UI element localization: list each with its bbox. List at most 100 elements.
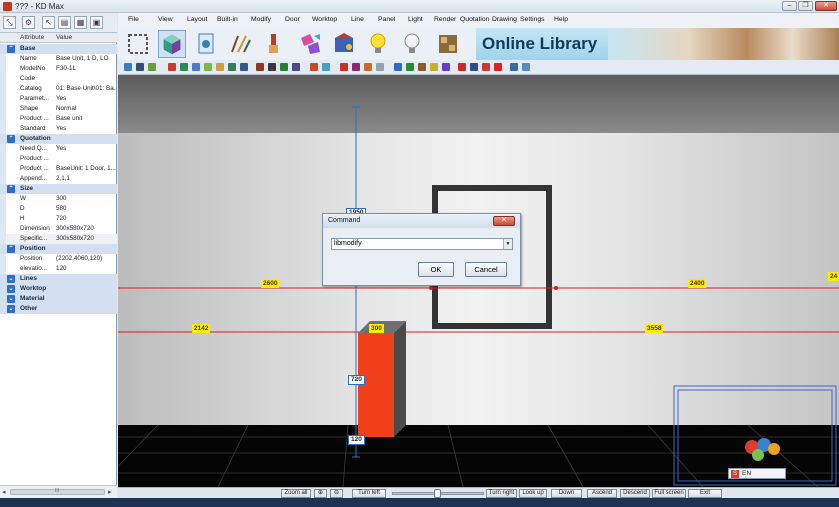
group-other[interactable]: ⌄ Other [0, 304, 117, 314]
floor-icon[interactable] [268, 63, 276, 71]
lamp-icon[interactable] [322, 63, 330, 71]
3d-viewport[interactable]: 2600 2400 2142 300 3558 24 1950 720 120 … [118, 75, 839, 487]
menu-help[interactable]: Help [554, 16, 568, 23]
menu-view[interactable]: View [158, 16, 173, 23]
copy-icon[interactable] [204, 63, 212, 71]
down-button[interactable]: Down [551, 489, 582, 498]
menu-render[interactable]: Render [434, 16, 456, 23]
menu-door[interactable]: Door [285, 16, 300, 23]
full-screen-button[interactable]: Full screen [652, 489, 686, 498]
export-icon[interactable] [510, 63, 518, 71]
tag-icon[interactable] [364, 63, 372, 71]
dimension-label[interactable]: 24 [828, 272, 839, 281]
dimension-label[interactable]: 120 [348, 435, 365, 445]
properties-icon[interactable]: ▤ [58, 16, 71, 29]
3d-box-icon[interactable] [158, 30, 186, 58]
dimension-label[interactable]: 2142 [192, 324, 211, 333]
property-row[interactable]: elevatio... 120 [0, 264, 117, 274]
light-bulb-on-icon[interactable] [364, 30, 392, 58]
save-icon[interactable] [136, 63, 144, 71]
property-row[interactable]: Shape Normal [0, 104, 117, 114]
marker-icon[interactable] [352, 63, 360, 71]
property-row[interactable]: Position (2202,4060,120) [0, 254, 117, 264]
menu-panel[interactable]: Panel [378, 16, 395, 23]
property-row[interactable]: Product ... Base unit [0, 114, 117, 124]
circle-icon[interactable] [376, 63, 384, 71]
property-row[interactable]: W 300 [0, 194, 117, 204]
pointer-icon[interactable]: ↖ [42, 16, 55, 29]
look-up-button[interactable]: Look up [519, 489, 547, 498]
scroll-right-icon[interactable]: ▸ [108, 488, 112, 496]
zoom-in-icon[interactable]: ⊕ [314, 489, 327, 498]
menu-layout[interactable]: Layout [187, 16, 207, 23]
ime-bar[interactable]: S EN [728, 468, 786, 479]
turn-right-button[interactable]: Turn right [486, 489, 517, 498]
collapse-all-icon[interactable]: ⤡ [3, 16, 16, 29]
menu-light[interactable]: Light [408, 16, 423, 23]
align-icon[interactable] [228, 63, 236, 71]
menu-drawing[interactable]: Drawing [492, 16, 517, 23]
group-quotation[interactable]: ⌃ Quotation [0, 134, 117, 144]
dimension-label[interactable]: 2600 [261, 279, 280, 288]
group-size[interactable]: ⌃ Size [0, 184, 117, 194]
panel-icon[interactable] [280, 63, 288, 71]
print-icon[interactable] [522, 63, 530, 71]
property-row[interactable]: Standard Yes [0, 124, 117, 134]
scroll-thumb[interactable]: III [10, 488, 105, 495]
property-row[interactable]: Name Base Unit, 1 D, LO [0, 54, 117, 64]
ascend-button[interactable]: Ascend [587, 489, 617, 498]
note-icon[interactable] [430, 63, 438, 71]
dimension-icon[interactable] [418, 63, 426, 71]
property-row[interactable]: H 720 [0, 214, 117, 224]
menu-settings[interactable]: Settings [520, 16, 545, 23]
property-row[interactable]: Catalog 01: Base Unit\01: Ba... [0, 84, 117, 94]
add-icon[interactable] [494, 63, 502, 71]
property-row[interactable]: Product ... [0, 154, 117, 164]
property-row[interactable]: Specific... 300x580x720 [0, 234, 117, 244]
paint-brush-icon[interactable] [260, 30, 288, 58]
line-tool-icon[interactable] [148, 63, 156, 71]
turn-left-button[interactable]: Turn left [352, 489, 386, 498]
mirror-icon[interactable] [216, 63, 224, 71]
split-icon[interactable] [458, 63, 466, 71]
folder-icon[interactable]: ▦ [74, 16, 87, 29]
texture-library-icon[interactable] [434, 30, 462, 58]
ok-button[interactable]: OK [418, 262, 454, 277]
document-icon[interactable] [192, 30, 220, 58]
render-scene-icon[interactable] [330, 30, 358, 58]
refresh-icon[interactable] [482, 63, 490, 71]
property-row[interactable]: Paramet... Yes [0, 94, 117, 104]
move-icon[interactable] [180, 63, 188, 71]
group-icon[interactable] [240, 63, 248, 71]
cancel-button[interactable]: Cancel [465, 262, 507, 277]
close-button[interactable]: ✕ [815, 1, 837, 11]
maximize-button[interactable]: ❐ [798, 1, 813, 11]
open-icon[interactable] [124, 63, 132, 71]
property-row[interactable]: Code [0, 74, 117, 84]
rotate-icon[interactable] [192, 63, 200, 71]
dimension-label[interactable]: 720 [348, 375, 365, 385]
join-icon[interactable] [470, 63, 478, 71]
window-icon[interactable] [292, 63, 300, 71]
flag-icon[interactable] [340, 63, 348, 71]
dimension-label[interactable]: 2400 [688, 279, 707, 288]
material-pieces-icon[interactable] [296, 30, 324, 58]
menu-worktop[interactable]: Worktop [312, 16, 337, 23]
dimension-label[interactable]: 3558 [645, 324, 664, 333]
group-base[interactable]: ⌃ Base [0, 44, 117, 54]
view-slider-thumb[interactable] [434, 489, 441, 498]
palette-icon[interactable] [310, 63, 318, 71]
command-input[interactable]: libmodify [331, 238, 513, 250]
cursor-icon[interactable] [394, 63, 402, 71]
menu-built-in[interactable]: Built-in [217, 16, 238, 23]
property-row[interactable]: Product ... BaseUnit: 1 Door, 1... [0, 164, 117, 174]
property-row[interactable]: Need Q... Yes [0, 144, 117, 154]
property-row[interactable]: ModelNo F30-1L [0, 64, 117, 74]
eraser-icon[interactable] [442, 63, 450, 71]
dialog-title-bar[interactable]: Command [323, 214, 520, 228]
light-bulb-off-icon[interactable] [398, 30, 426, 58]
select-frame-icon[interactable] [124, 30, 152, 58]
zoom-out-icon[interactable]: ⊖ [330, 489, 343, 498]
group-material[interactable]: ⌄ Material [0, 294, 117, 304]
menu-quotation[interactable]: Quotation [460, 16, 489, 23]
